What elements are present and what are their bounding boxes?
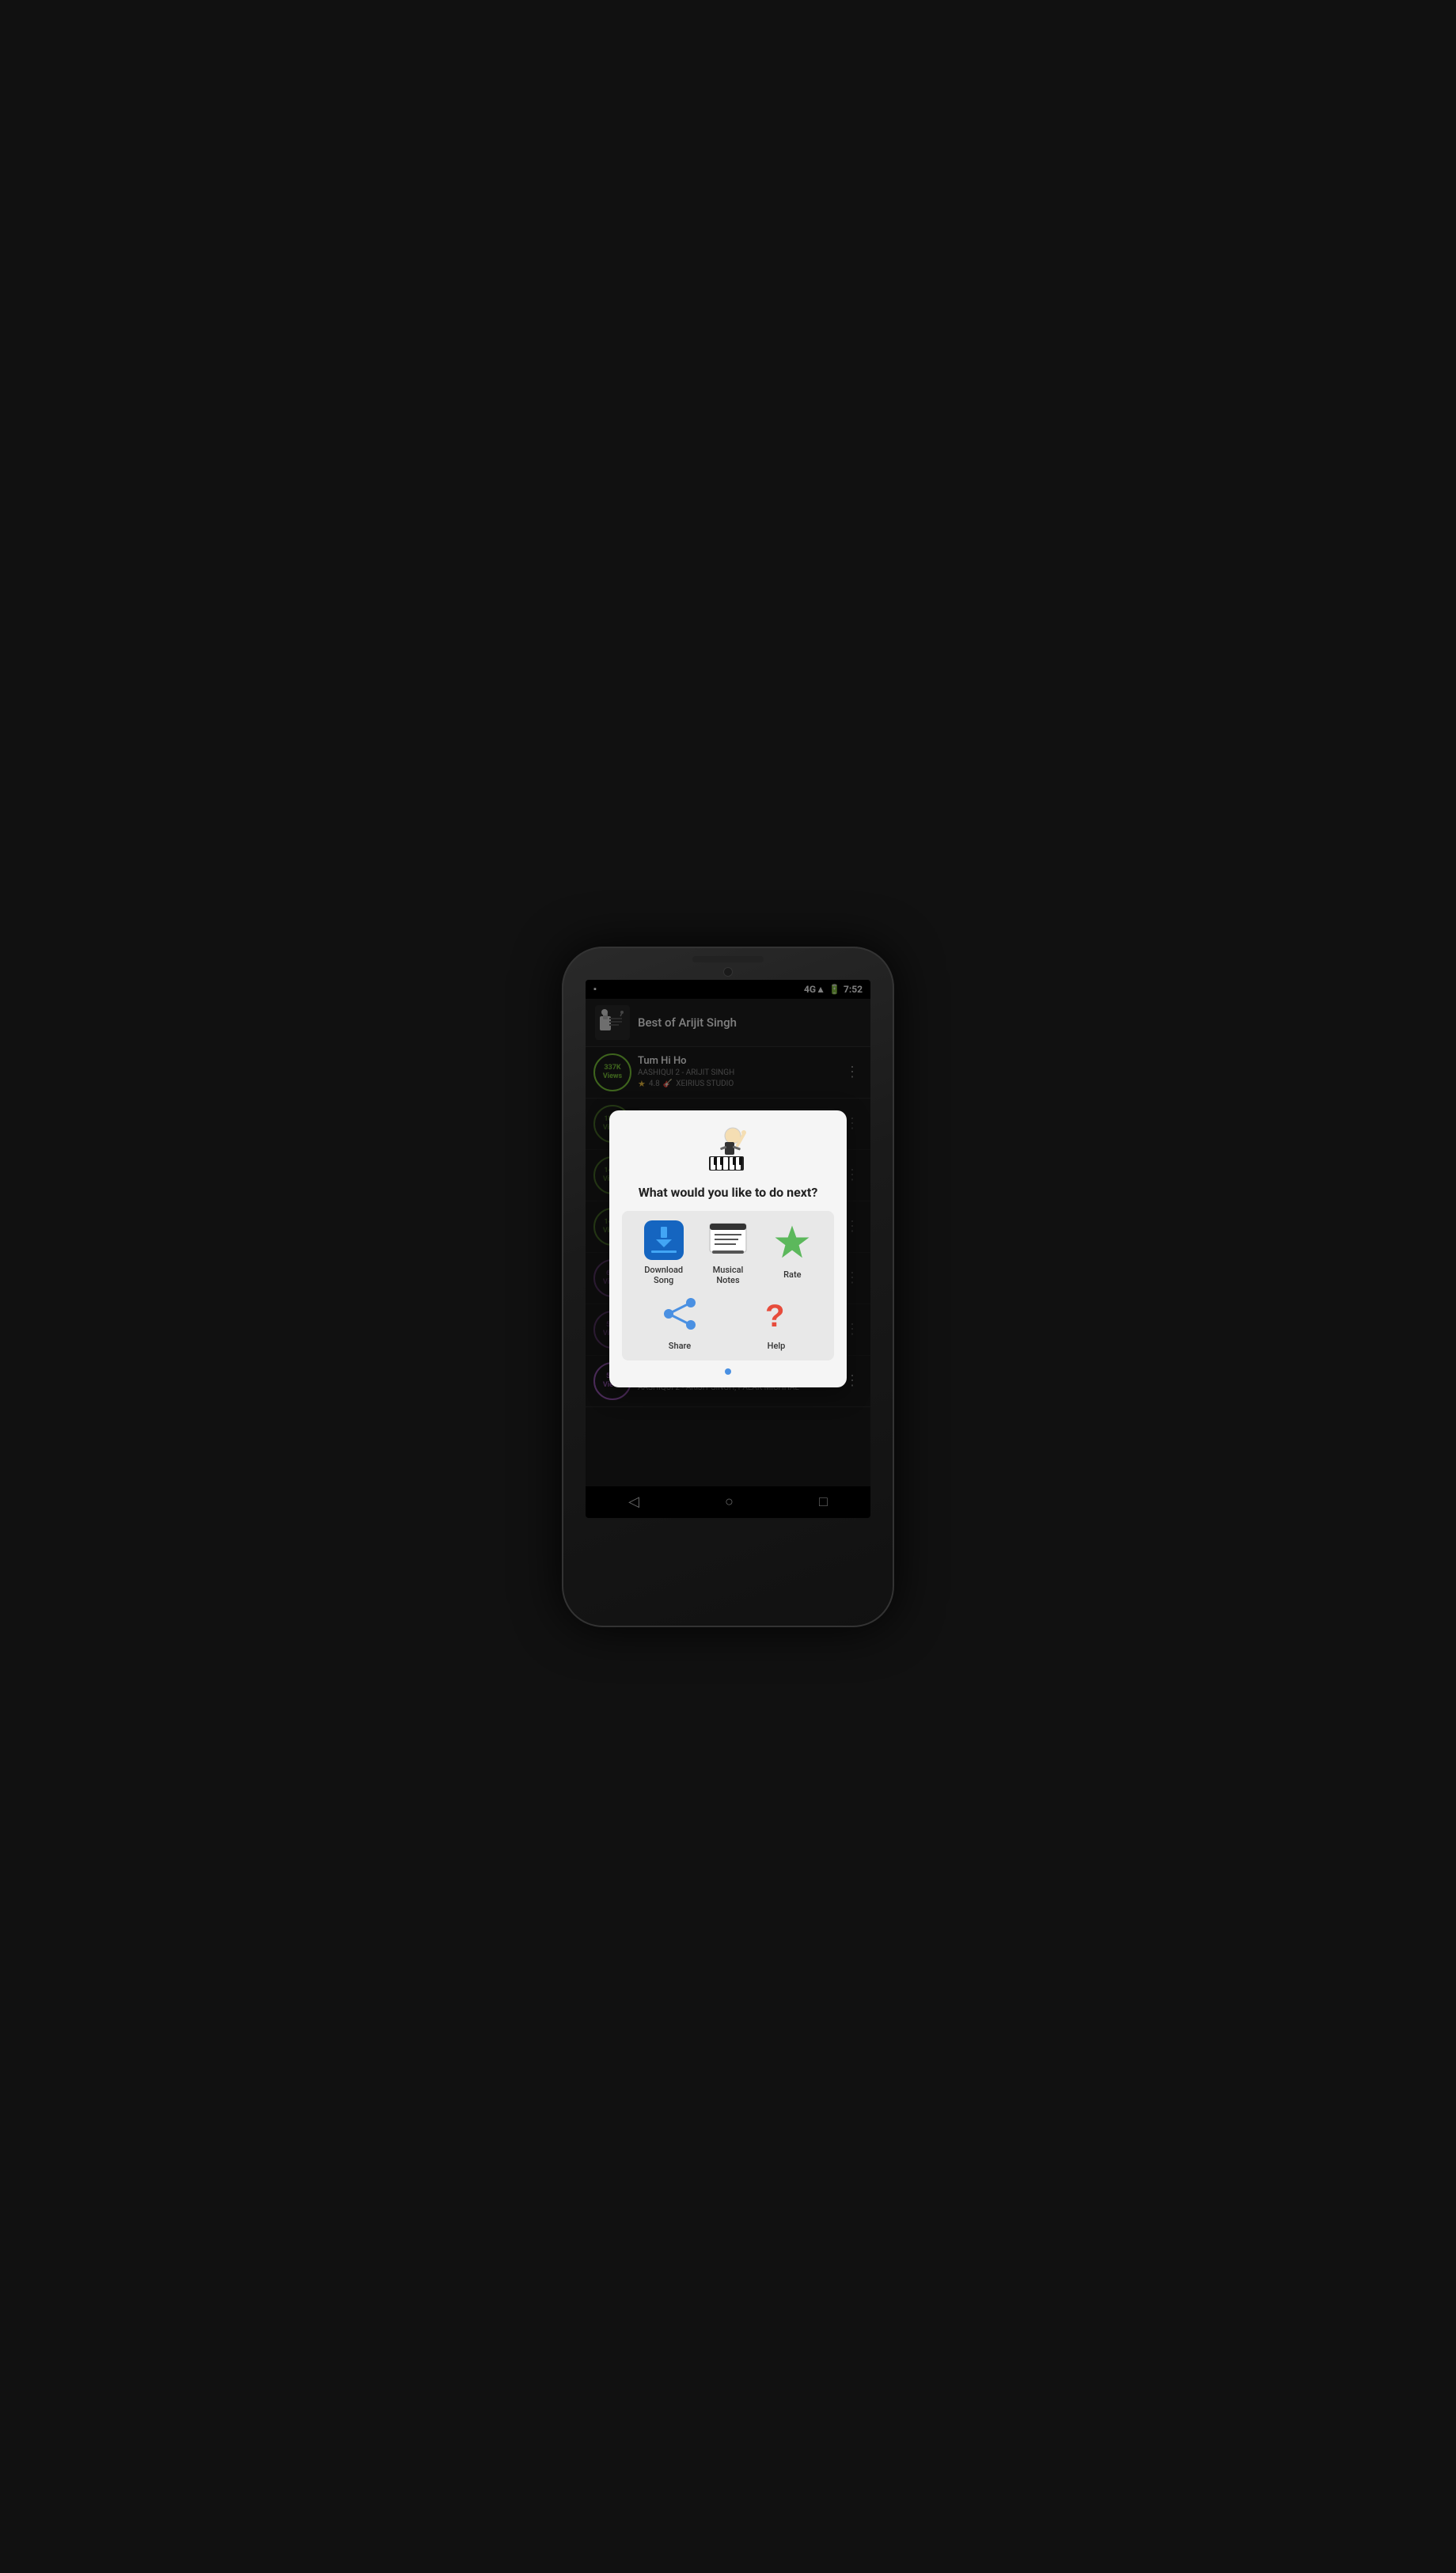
download-arrow-head xyxy=(656,1239,672,1247)
modal-overlay: What would you like to do next? Downl xyxy=(586,980,870,1518)
modal-mascot-icon xyxy=(703,1126,753,1177)
svg-text:?: ? xyxy=(765,1299,784,1333)
speaker xyxy=(692,956,764,962)
download-line xyxy=(651,1250,677,1253)
modal-title: What would you like to do next? xyxy=(639,1185,818,1200)
rate-icon xyxy=(770,1220,814,1265)
modal-card: What would you like to do next? Downl xyxy=(609,1110,847,1387)
modal-options-grid: Download Song xyxy=(622,1211,834,1361)
dot-indicator xyxy=(725,1368,731,1375)
share-label: Share xyxy=(669,1341,691,1351)
star-icon-svg xyxy=(773,1224,811,1262)
notes-icon-svg xyxy=(708,1220,748,1260)
rate-label: Rate xyxy=(783,1269,801,1280)
share-icon-svg xyxy=(661,1295,699,1333)
help-option[interactable]: ? Help xyxy=(749,1292,804,1351)
download-arrow-body xyxy=(661,1227,667,1238)
options-row-2: Share ? Help xyxy=(631,1292,825,1351)
help-label: Help xyxy=(768,1341,786,1351)
download-option[interactable]: Download Song xyxy=(636,1220,692,1285)
phone-frame: ▪ 4G▲ 🔋 7:52 xyxy=(562,947,894,1627)
help-icon: ? xyxy=(754,1292,798,1336)
download-icon xyxy=(644,1220,684,1260)
help-icon-svg: ? xyxy=(757,1295,795,1333)
options-row-1: Download Song xyxy=(631,1220,825,1285)
rate-option[interactable]: Rate xyxy=(764,1220,820,1285)
notes-icon xyxy=(708,1220,748,1260)
modal-mascot xyxy=(703,1126,753,1177)
page-dot-1 xyxy=(725,1368,731,1375)
phone-top xyxy=(562,947,894,962)
screen: ▪ 4G▲ 🔋 7:52 xyxy=(586,980,870,1518)
share-option[interactable]: Share xyxy=(652,1292,707,1351)
share-icon xyxy=(658,1292,702,1336)
download-label: Download Song xyxy=(636,1265,692,1285)
front-camera xyxy=(723,967,733,977)
musical-notes-option[interactable]: Musical Notes xyxy=(700,1220,756,1285)
notes-label: Musical Notes xyxy=(700,1265,756,1285)
